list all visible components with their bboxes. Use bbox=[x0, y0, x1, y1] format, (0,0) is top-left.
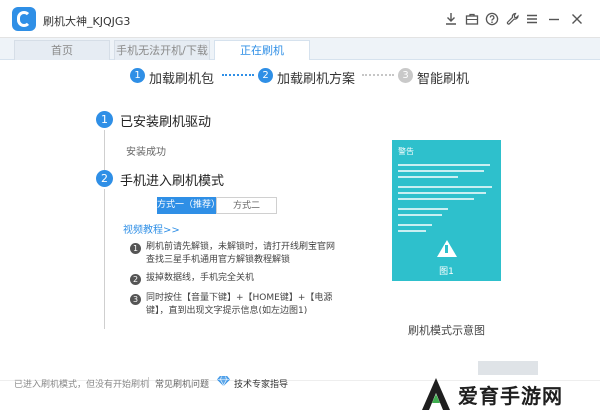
watermark-text: 爱育手游网 bbox=[458, 384, 563, 408]
step-connector bbox=[222, 74, 254, 76]
driver-status: 安装成功 bbox=[126, 147, 166, 158]
method-1-tab[interactable]: 方式一（推荐） bbox=[157, 197, 220, 214]
close-icon[interactable] bbox=[570, 12, 584, 26]
flash-mode-status: 已进入刷机模式，但没有开始刷机 bbox=[14, 380, 150, 390]
step-connector bbox=[362, 74, 394, 76]
section-2-number: 2 bbox=[96, 170, 113, 187]
minimize-icon[interactable] bbox=[547, 12, 561, 26]
expert-guidance-link[interactable]: 技术专家指导 bbox=[234, 377, 288, 390]
preview-text-line bbox=[398, 176, 458, 178]
step-1-label: 加载刷机包 bbox=[149, 72, 215, 87]
method-2-tab[interactable]: 方式二 bbox=[216, 197, 277, 214]
step-3-label: 智能刷机 bbox=[417, 72, 470, 87]
step-2-label: 加载刷机方案 bbox=[277, 72, 356, 87]
preview-text-line bbox=[398, 170, 484, 172]
section-1-title: 已安装刷机驱动 bbox=[120, 115, 212, 130]
flash-mode-preview-image: 警告 图1 bbox=[392, 140, 501, 281]
next-step-button[interactable] bbox=[478, 361, 538, 375]
step-3-number: 3 bbox=[398, 68, 413, 83]
title-bar: 刷机大神_KJQJG3 bbox=[0, 0, 600, 38]
tab-flashing[interactable]: 正在刷机 bbox=[214, 40, 310, 60]
instruction-1-text: 刷机前请先解锁，未解锁时，请打开线刷宝官网查找三星手机通用官方解锁教程解锁 bbox=[146, 242, 336, 265]
instruction-3-text: 同时按住【音量下键】+【HOME键】+【电源键】，直到出现文字提示信息(如左边图… bbox=[146, 293, 333, 316]
step-2-number: 2 bbox=[258, 68, 273, 83]
watermark-logo-icon bbox=[420, 377, 452, 411]
preview-text-line bbox=[398, 214, 442, 216]
menu-icon[interactable] bbox=[525, 12, 539, 26]
instruction-2-text: 拔掉数据线，手机完全关机 bbox=[146, 273, 255, 283]
app-title: 刷机大神_KJQJG3 bbox=[43, 15, 131, 28]
preview-text-line bbox=[398, 164, 490, 166]
preview-caption: 刷机模式示意图 bbox=[408, 324, 485, 337]
preview-figure-label: 图1 bbox=[439, 267, 454, 277]
status-separator: | bbox=[147, 377, 151, 387]
diamond-icon[interactable] bbox=[216, 376, 231, 387]
preview-text-line bbox=[398, 186, 492, 188]
tab-bar: 首页 手机无法开机/下载 正在刷机 bbox=[0, 38, 600, 60]
preview-text-line bbox=[398, 192, 486, 194]
section-divider-line bbox=[104, 189, 105, 329]
download-icon[interactable] bbox=[444, 12, 458, 26]
preview-text-line bbox=[398, 230, 426, 232]
step-1-number: 1 bbox=[130, 68, 145, 83]
instruction-3-number: 3 bbox=[130, 294, 141, 305]
common-problems-link[interactable]: 常见刷机问题 bbox=[155, 377, 209, 390]
section-1-number: 1 bbox=[96, 111, 113, 128]
tab-cannot-boot[interactable]: 手机无法开机/下载 bbox=[114, 40, 210, 60]
preview-text-line bbox=[398, 208, 448, 210]
section-divider-line bbox=[104, 130, 105, 170]
app-logo-icon bbox=[12, 7, 36, 31]
tab-home[interactable]: 首页 bbox=[14, 40, 110, 60]
instruction-2-number: 2 bbox=[130, 274, 141, 285]
video-tutorial-link[interactable]: 视频教程>> bbox=[123, 221, 180, 236]
instruction-1-number: 1 bbox=[130, 243, 141, 254]
wrench-icon[interactable] bbox=[506, 12, 520, 26]
toolbox-icon[interactable] bbox=[465, 12, 479, 26]
preview-text-line bbox=[398, 224, 432, 226]
help-icon[interactable] bbox=[485, 12, 499, 26]
preview-text-line bbox=[398, 198, 474, 200]
section-2-title: 手机进入刷机模式 bbox=[120, 174, 225, 189]
warning-mark bbox=[445, 245, 448, 253]
preview-screen-title: 警告 bbox=[398, 147, 414, 156]
